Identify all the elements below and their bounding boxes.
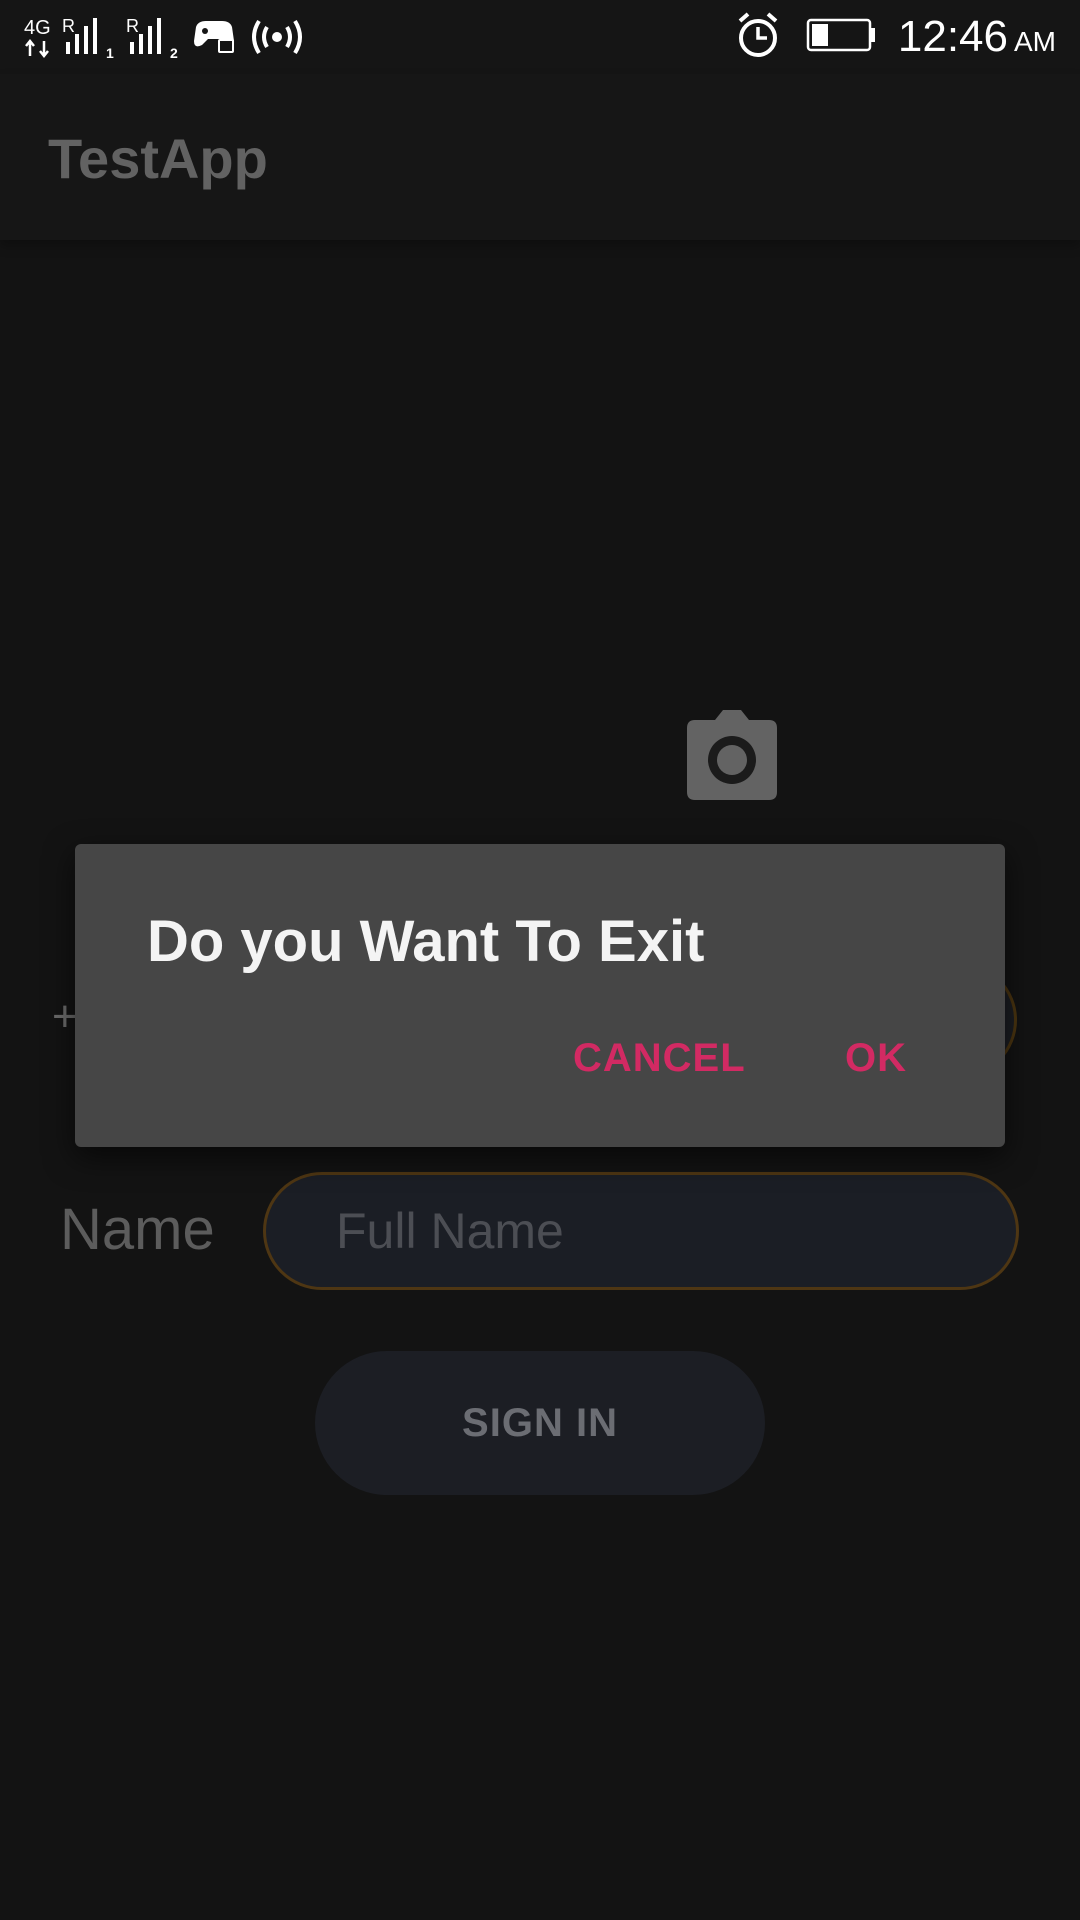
name-label: Name (60, 1197, 215, 1262)
phone-prefix-label: + (52, 992, 78, 1041)
svg-text:1: 1 (106, 45, 114, 60)
svg-text:2: 2 (170, 45, 178, 60)
screen: 4G R 1 R 2 12:46 AM TestApp + Name Full … (0, 0, 1080, 1920)
svg-text:R: R (126, 16, 139, 36)
clock-ampm: AM (1014, 26, 1056, 57)
svg-text:R: R (62, 16, 75, 36)
signal-sim2-icon: R 2 (126, 14, 184, 60)
app-bar: TestApp (0, 74, 1080, 240)
status-clock: 12:46 AM (898, 12, 1056, 62)
game-controller-icon (192, 17, 238, 57)
dialog-title: Do you Want To Exit (147, 909, 705, 974)
alarm-icon (736, 11, 780, 64)
hotspot-icon (250, 17, 304, 57)
signal-sim1-icon: R 1 (62, 14, 120, 60)
cancel-button[interactable]: CANCEL (573, 1024, 746, 1092)
status-icons-left: 4G R 1 R 2 (24, 12, 304, 62)
clock-time: 12:46 (897, 12, 1008, 61)
app-title: TestApp (48, 127, 268, 190)
network-type-icon: 4G (24, 14, 58, 60)
battery-icon (806, 18, 876, 57)
sign-in-button[interactable]: SIGN IN (315, 1351, 765, 1495)
status-bar: 4G R 1 R 2 12:46 AM (0, 0, 1080, 74)
camera-icon[interactable] (681, 708, 783, 802)
status-icons-right: 12:46 AM (736, 8, 1056, 66)
full-name-input[interactable] (263, 1172, 1019, 1290)
ok-button[interactable]: OK (845, 1024, 907, 1092)
exit-dialog: Do you Want To Exit CANCEL OK (75, 844, 1005, 1147)
svg-text:4G: 4G (24, 17, 51, 39)
